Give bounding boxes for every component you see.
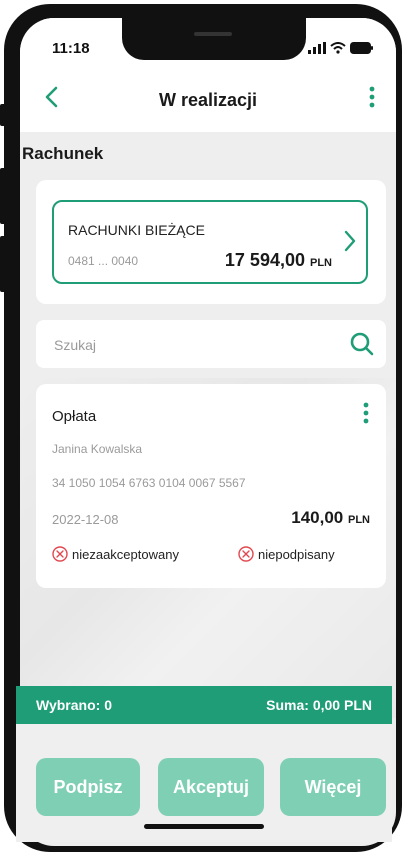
account-name: RACHUNKI BIEŻĄCE [68, 222, 205, 238]
more-vertical-icon [369, 86, 375, 108]
search-bar [36, 320, 386, 368]
menu-button[interactable] [362, 82, 382, 112]
accept-button[interactable]: Akceptuj [158, 758, 264, 816]
status-not-accepted: niezaakceptowany [52, 546, 179, 562]
page-title: W realizacji [158, 90, 258, 110]
payment-title: Opłata [52, 408, 97, 425]
search-icon [350, 332, 374, 356]
signal-icon [308, 42, 326, 54]
more-vertical-icon [363, 402, 369, 424]
sign-button[interactable]: Podpisz [36, 758, 140, 816]
status-not-signed: niepodpisany [238, 546, 335, 562]
account-balance-value: 17 594,00 [224, 250, 305, 270]
payment-recipient: Janina Kowalska [52, 442, 143, 456]
battery-icon [350, 42, 373, 54]
account-card: RACHUNKI BIEŻĄCE 0481 ... 0040 17 594,00… [36, 180, 386, 304]
error-circle-icon [238, 546, 254, 562]
payment-date: 2022-12-08 [52, 512, 119, 527]
chevron-right-icon [344, 230, 356, 252]
speaker-grille [194, 32, 232, 36]
section-label: Rachunek [22, 144, 104, 163]
payment-menu-button[interactable] [360, 400, 372, 428]
payment-amount: 140,00 PLN [291, 508, 370, 528]
navigation-bar: W realizacji [20, 76, 396, 120]
status-time: 11:18 [52, 40, 90, 57]
error-circle-icon [52, 546, 68, 562]
account-number: 0481 ... 0040 [68, 254, 139, 268]
search-input[interactable] [52, 332, 326, 358]
status-not-signed-label: niepodpisany [258, 546, 335, 562]
account-selector[interactable]: RACHUNKI BIEŻĄCE 0481 ... 0040 17 594,00… [52, 200, 368, 284]
payment-card[interactable]: Opłata Janina Kowalska 34 1050 1054 6763… [36, 384, 386, 588]
payment-amount-value: 140,00 [291, 508, 344, 527]
payment-currency: PLN [348, 514, 370, 526]
status-icons [308, 42, 374, 54]
wifi-icon [330, 42, 346, 54]
status-not-accepted-label: niezaakceptowany [72, 546, 179, 562]
more-button[interactable]: Więcej [280, 758, 386, 816]
account-balance: 17 594,00 PLN [225, 250, 332, 271]
account-currency: PLN [310, 257, 332, 269]
payment-account-number: 34 1050 1054 6763 0104 0067 5567 [52, 476, 246, 490]
notch [122, 18, 306, 60]
search-button[interactable] [348, 330, 376, 358]
